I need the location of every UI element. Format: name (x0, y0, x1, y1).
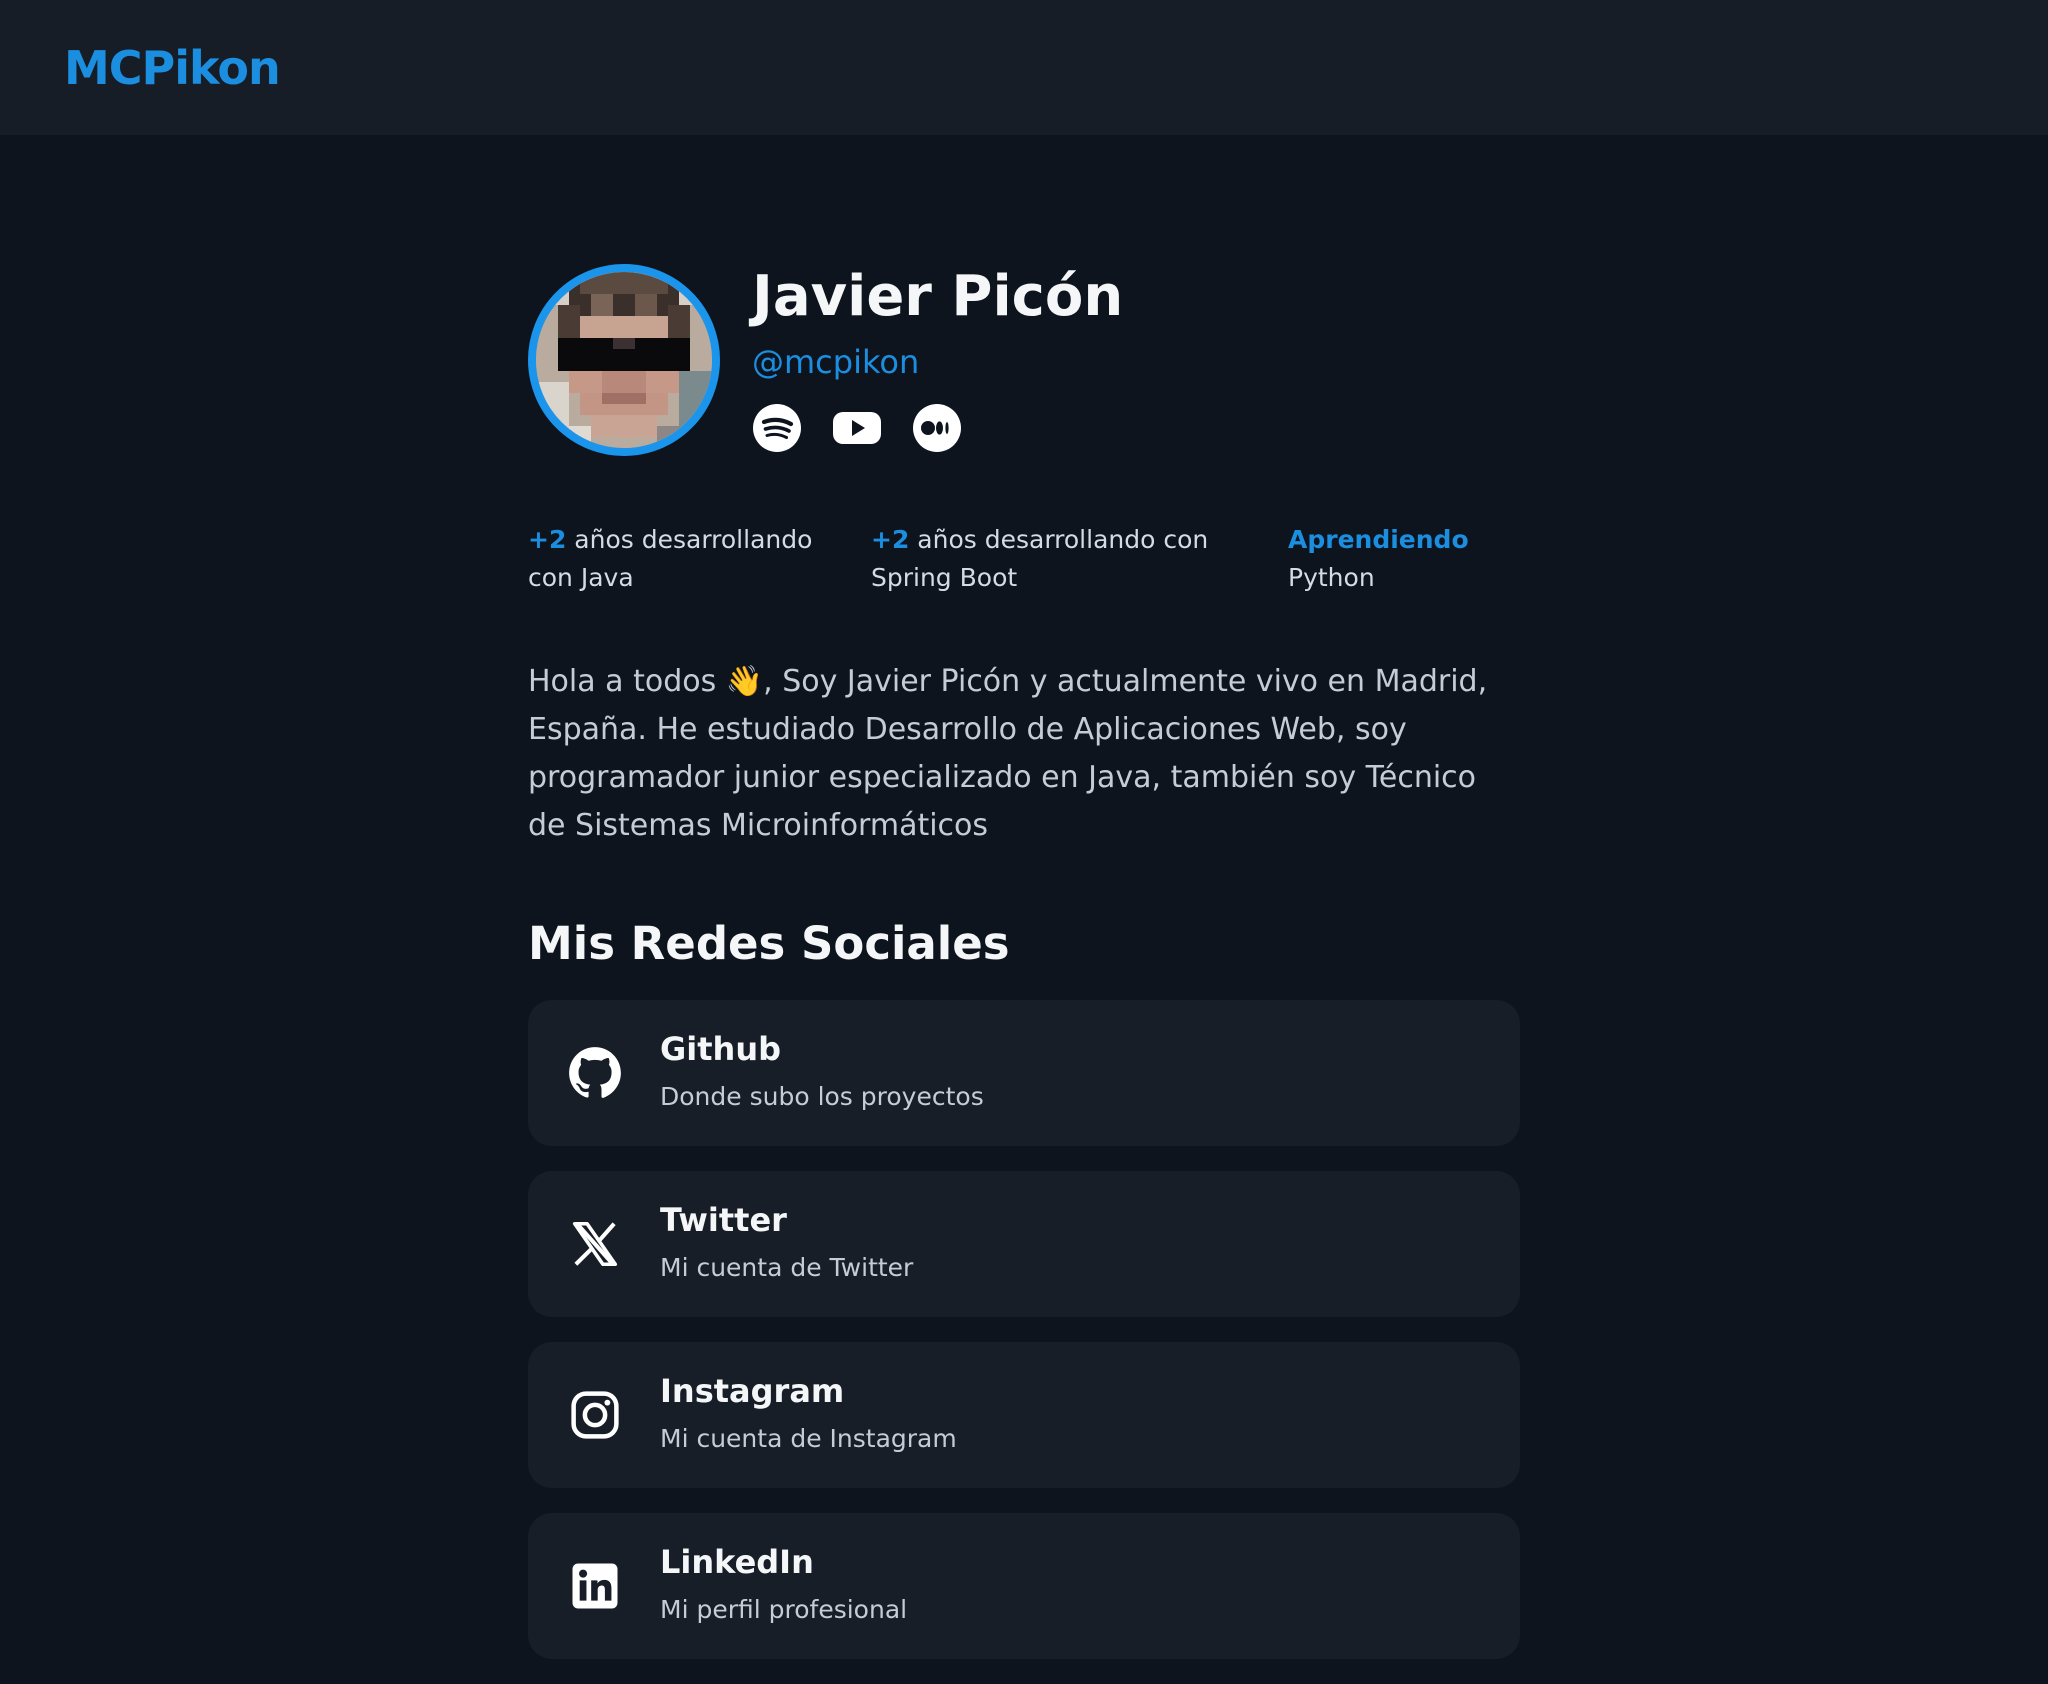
social-list: Github Donde subo los proyectos Twitter … (528, 1000, 1520, 1684)
section-title: Mis Redes Sociales (528, 917, 1010, 970)
stat-java: +2 años desarrollando con Java (528, 521, 848, 597)
stat-value: +2 (871, 525, 910, 554)
card-title: LinkedIn (660, 1543, 814, 1581)
bio-part: Hola a todos (528, 664, 726, 699)
spotify-icon[interactable] (752, 403, 802, 453)
stat-label: años desarrollando con Java (528, 525, 813, 592)
site-logo[interactable]: MCPikon (64, 40, 281, 96)
card-title: Twitter (660, 1201, 787, 1239)
bio-text: Hola a todos 👋, Soy Javier Picón y actua… (528, 658, 1520, 850)
social-card-instagram[interactable]: Instagram Mi cuenta de Instagram (528, 1342, 1520, 1488)
social-card-twitter[interactable]: Twitter Mi cuenta de Twitter (528, 1171, 1520, 1317)
github-icon (569, 1047, 621, 1098)
card-title: Instagram (660, 1372, 845, 1410)
profile-name: Javier Picón (752, 264, 1124, 329)
card-subtitle: Mi cuenta de Instagram (660, 1424, 957, 1453)
avatar (528, 264, 720, 456)
top-bar: MCPikon (0, 0, 2048, 135)
card-subtitle: Mi cuenta de Twitter (660, 1253, 914, 1282)
social-card-github[interactable]: Github Donde subo los proyectos (528, 1000, 1520, 1146)
stat-label: años desarrollando con Spring Boot (871, 525, 1209, 592)
instagram-icon (571, 1391, 619, 1439)
waving-hand-emoji: 👋 (725, 664, 764, 699)
stat-spring-boot: +2 años desarrollando con Spring Boot (871, 521, 1271, 597)
social-card-linkedin[interactable]: LinkedIn Mi perfil profesional (528, 1513, 1520, 1659)
linkedin-icon (572, 1563, 618, 1609)
stat-value: +2 (528, 525, 567, 554)
card-subtitle: Mi perfil profesional (660, 1595, 908, 1624)
profile-handle[interactable]: @mcpikon (752, 342, 919, 382)
stat-label: Python (1288, 563, 1375, 592)
stat-learning: Aprendiendo Python (1288, 521, 1548, 597)
profile-links (752, 403, 962, 453)
stat-value: Aprendiendo (1288, 525, 1469, 554)
x-twitter-icon (572, 1221, 618, 1267)
card-subtitle: Donde subo los proyectos (660, 1082, 984, 1111)
medium-icon[interactable] (912, 403, 962, 453)
card-title: Github (660, 1030, 781, 1068)
youtube-icon[interactable] (832, 403, 882, 453)
